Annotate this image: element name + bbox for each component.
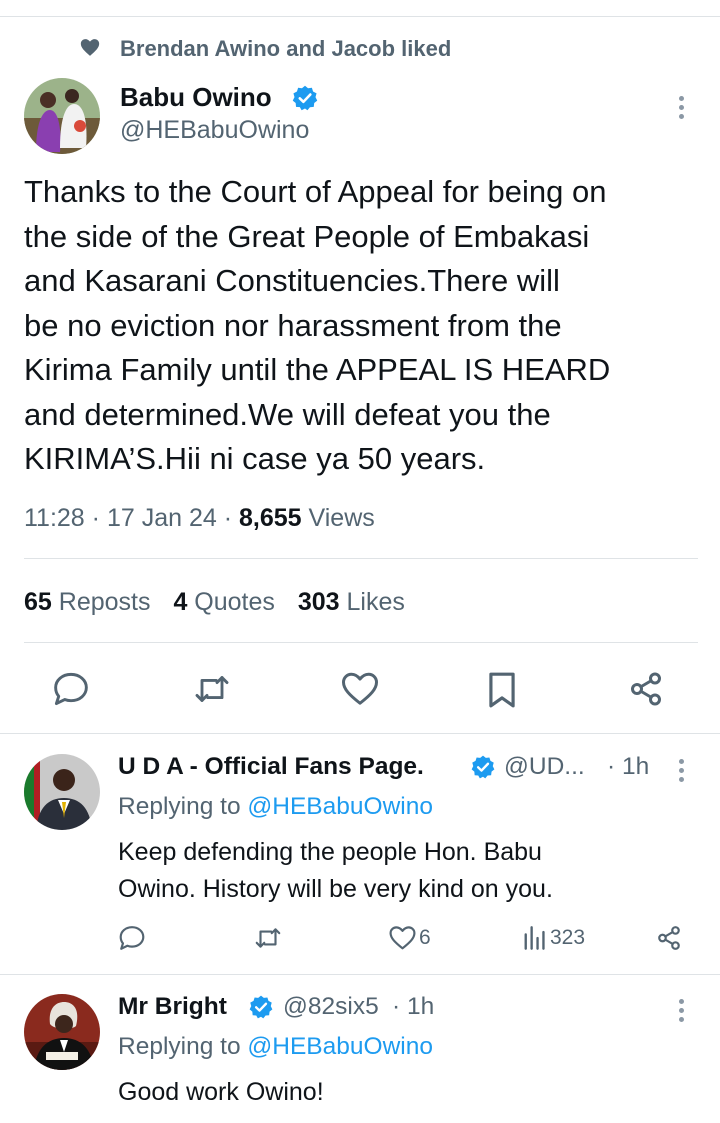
- repost-button[interactable]: [192, 671, 232, 707]
- likes-stat[interactable]: 303 Likes: [298, 588, 405, 616]
- more-icon[interactable]: [679, 96, 685, 123]
- like-icon: [342, 672, 378, 705]
- bookmark-button[interactable]: [486, 671, 518, 709]
- repost-icon: [255, 928, 281, 948]
- replying-to-label: Replying to: [118, 1033, 241, 1060]
- meta-separator: ·: [223, 504, 233, 532]
- reply-icon: [54, 672, 88, 706]
- reply-handle[interactable]: @82six5: [283, 993, 379, 1021]
- tweet-meta: 11:28 · 17 Jan 24 · 8,655 Views: [24, 504, 375, 533]
- tweet-text-line: the side of the Great People of Embakasi: [24, 218, 590, 254]
- verified-badge-icon: [471, 755, 495, 779]
- reply-author-name[interactable]: U D A - Official Fans Page.: [118, 753, 424, 781]
- more-icon[interactable]: [679, 759, 685, 786]
- quotes-count: 4: [173, 588, 188, 616]
- replying-to-handle[interactable]: @HEBabuOwino: [247, 793, 433, 820]
- reply-time[interactable]: · 1h: [607, 753, 649, 781]
- stats-divider-bottom: [24, 642, 698, 643]
- social-context-text[interactable]: Brendan Awino and Jacob liked: [120, 36, 451, 62]
- views-button[interactable]: 323: [522, 925, 585, 951]
- likes-count: 303: [297, 588, 340, 616]
- verified-badge-icon: [292, 85, 318, 111]
- reposts-count: 65: [24, 588, 52, 616]
- engagement-stats: 65 Reposts 4 Quotes 303 Likes: [24, 588, 405, 617]
- reply-avatar[interactable]: [24, 754, 100, 830]
- reply-time[interactable]: · 1h: [392, 993, 434, 1021]
- like-count: 6: [419, 926, 431, 949]
- tweet-text-line: KIRIMA’S.Hii ni case ya 50 years.: [24, 441, 486, 476]
- tweet-text-line: and determined.We will defeat you the: [24, 396, 551, 432]
- share-icon: [631, 672, 661, 706]
- repost-button[interactable]: [253, 925, 283, 951]
- view-count: 323: [550, 926, 586, 949]
- reposts-stat[interactable]: 65 Reposts: [24, 588, 157, 616]
- reply-text-line: Good work Owino!: [118, 1078, 324, 1106]
- repost-icon: [195, 676, 229, 702]
- verified-badge-icon: [249, 995, 273, 1019]
- quotes-stat[interactable]: 4 Quotes: [173, 588, 281, 616]
- main-tweet-divider: [0, 733, 720, 734]
- top-divider: [0, 16, 720, 17]
- more-icon[interactable]: [679, 999, 685, 1026]
- tweet-text-line: Thanks to the Court of Appeal for being …: [24, 174, 607, 209]
- stats-divider-top: [24, 558, 698, 559]
- likes-label: Likes: [346, 588, 405, 616]
- reposts-label: Reposts: [58, 588, 151, 616]
- replying-to-handle[interactable]: @HEBabuOwino: [247, 1033, 433, 1060]
- reply-icon: [119, 926, 145, 950]
- reply-button[interactable]: [118, 925, 146, 951]
- avatar[interactable]: [24, 78, 100, 154]
- views-icon: [524, 926, 545, 950]
- author-handle[interactable]: @HEBabuOwino: [120, 116, 309, 145]
- heart-icon: [80, 39, 100, 56]
- tweet-text-line: and Kasarani Constituencies.There will: [24, 263, 560, 298]
- meta-separator: ·: [91, 504, 100, 532]
- reply-avatar[interactable]: [24, 994, 100, 1070]
- replying-to: Replying to @HEBabuOwino: [118, 793, 433, 821]
- reply-text: Good work Owino!: [118, 1074, 324, 1111]
- tweet-time[interactable]: 11:28: [24, 504, 85, 532]
- reply-divider: [0, 974, 720, 975]
- quotes-label: Quotes: [194, 588, 275, 616]
- bookmark-icon: [489, 672, 515, 708]
- reply-button[interactable]: [52, 671, 90, 707]
- like-button[interactable]: 6: [388, 925, 431, 951]
- reply-text-line: Owino. History will be very kind on you.: [118, 875, 553, 903]
- like-icon: [389, 926, 416, 950]
- views-count: 8,655: [239, 504, 302, 532]
- reply-text-line: Keep defending the people Hon. Babu: [118, 838, 542, 866]
- tweet-date[interactable]: 17 Jan 24: [107, 504, 217, 532]
- reply-author-name[interactable]: Mr Bright: [118, 993, 227, 1021]
- share-button[interactable]: [656, 925, 682, 951]
- share-icon: [658, 926, 680, 950]
- tweet-text-line: be no eviction nor harassment from the: [24, 307, 562, 343]
- replying-to-label: Replying to: [118, 793, 241, 820]
- reply-text: Keep defending the people Hon. Babu Owin…: [118, 834, 553, 908]
- reply-handle[interactable]: @UD...: [504, 753, 585, 781]
- tweet-text-line: Kirima Family until the APPEAL IS HEARD: [24, 352, 611, 387]
- replying-to: Replying to @HEBabuOwino: [118, 1033, 433, 1061]
- views-label[interactable]: Views: [309, 504, 375, 532]
- author-name[interactable]: Babu Owino: [120, 82, 272, 113]
- like-button[interactable]: [340, 671, 380, 707]
- tweet-text: Thanks to the Court of Appeal for being …: [24, 170, 610, 482]
- share-button[interactable]: [628, 671, 664, 707]
